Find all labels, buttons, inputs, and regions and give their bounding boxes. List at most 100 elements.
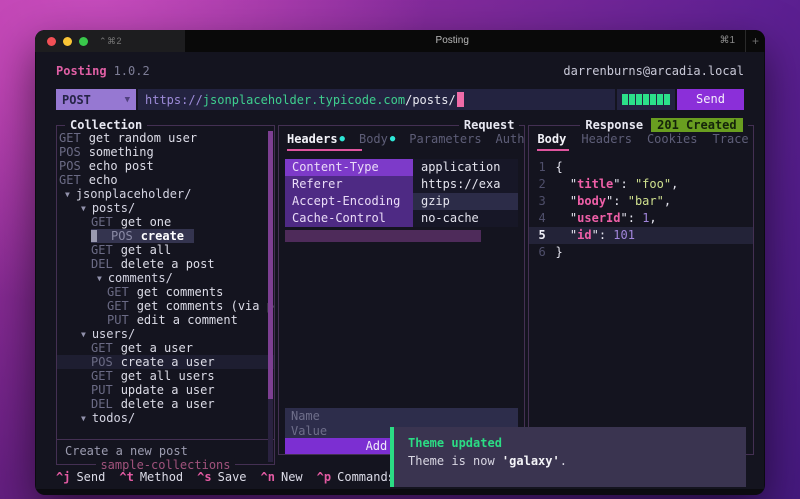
send-button[interactable]: Send — [677, 89, 744, 110]
tree-request[interactable]: GETget comments (via p — [57, 299, 274, 313]
activity-block — [643, 94, 649, 105]
keybinding-key: ^t — [119, 470, 133, 484]
tree-request[interactable]: PUTedit a comment — [57, 313, 274, 327]
tree-request[interactable]: GETget a user — [57, 341, 274, 355]
tab-headers[interactable]: Headers● — [287, 132, 345, 146]
folder-caret-icon: ▼ — [97, 274, 102, 283]
header-name-cell: Content-Type — [285, 159, 413, 176]
headers-table-scrollbar[interactable] — [285, 230, 481, 242]
tab-body[interactable]: Body — [537, 132, 566, 146]
folder-name: jsonplaceholder/ — [76, 187, 192, 201]
tree-request[interactable]: DELdelete a post — [57, 257, 274, 271]
method-dropdown[interactable]: POST ▼ — [56, 89, 136, 110]
tree-request[interactable]: POS something — [57, 145, 274, 159]
terminal-tab[interactable]: ⌃⌘2 — [35, 30, 185, 52]
line-number: 5 — [529, 227, 555, 244]
toast-title: Theme updated — [408, 436, 732, 450]
tree-request[interactable]: GETget one — [57, 215, 274, 229]
request-method: GET — [107, 299, 129, 313]
folder-name: comments/ — [108, 271, 173, 285]
request-panel-title: Request — [459, 118, 520, 132]
tree-request[interactable]: GETecho — [57, 173, 274, 187]
keybinding-key: ^j — [56, 470, 70, 484]
keybinding-method[interactable]: ^tMethod — [119, 470, 183, 485]
keybinding-send[interactable]: ^jSend — [56, 470, 105, 485]
request-name: something — [89, 145, 154, 159]
new-tab-button[interactable]: + — [745, 30, 765, 52]
header-name-input[interactable] — [285, 408, 518, 423]
tree-request[interactable]: GETget comments — [57, 285, 274, 299]
folder-name: posts/ — [92, 201, 135, 215]
request-name: echo — [89, 173, 118, 187]
status-badge: 201 Created — [651, 118, 742, 132]
request-name: edit a comment — [137, 313, 238, 327]
tab-parameters[interactable]: Parameters — [409, 132, 481, 146]
tree-request[interactable]: POScreate — [57, 229, 274, 243]
tree-folder[interactable]: ▼ posts/ — [57, 201, 274, 215]
request-method: POS — [91, 355, 113, 369]
collection-scrollbar-track[interactable] — [268, 399, 273, 462]
request-method: GET — [91, 369, 113, 383]
header-row[interactable]: Refererhttps://exa — [285, 176, 518, 193]
tab-auth[interactable]: Auth — [496, 132, 525, 146]
close-window-button[interactable] — [47, 37, 56, 46]
tab-cookies[interactable]: Cookies — [647, 132, 698, 146]
response-panel: Response201 Created BodyHeadersCookiesTr… — [528, 125, 753, 455]
request-method: POS — [111, 229, 133, 243]
header-row[interactable]: Accept-Encodinggzip — [285, 193, 518, 210]
line-content: { — [555, 159, 562, 176]
line-content: "userId": 1, — [555, 210, 656, 227]
keybinding-new[interactable]: ^nNew — [261, 470, 303, 485]
selection-cursor — [91, 230, 97, 242]
folder-caret-icon: ▼ — [81, 204, 86, 213]
line-number: 4 — [529, 210, 555, 227]
tree-request[interactable]: GETget all users — [57, 369, 274, 383]
header-row[interactable]: Content-Typeapplication — [285, 159, 518, 176]
code-line: 4 "userId": 1, — [529, 210, 752, 227]
tab-headers[interactable]: Headers — [581, 132, 632, 146]
minimize-window-button[interactable] — [63, 37, 72, 46]
tree-request[interactable]: POScreate a user — [57, 355, 274, 369]
url-input[interactable]: https://jsonplaceholder.typicode.com/pos… — [138, 89, 615, 110]
header-name-cell: Referer — [285, 176, 413, 193]
code-line: 5 "id": 101 — [529, 227, 752, 244]
header-value-cell: no-cache — [413, 210, 518, 227]
tab-trace[interactable]: Trace — [713, 132, 749, 146]
tree-request[interactable]: PUTupdate a user — [57, 383, 274, 397]
tree-folder[interactable]: ▼ comments/ — [57, 271, 274, 285]
collection-tree[interactable]: GETget random userPOSsomethingPOSecho po… — [57, 126, 274, 439]
keybinding-save[interactable]: ^sSave — [197, 470, 246, 485]
url-scheme: https:// — [145, 93, 203, 107]
tree-request[interactable]: GETget all — [57, 243, 274, 257]
modified-dot-icon: ● — [340, 134, 345, 144]
tree-request[interactable]: POSecho post — [57, 159, 274, 173]
response-title-text: Response — [585, 118, 643, 132]
tree-folder[interactable]: ▼todos/ — [57, 411, 274, 425]
request-method: GET — [91, 215, 113, 229]
header-row[interactable]: Cache-Controlno-cache — [285, 210, 518, 227]
tree-folder[interactable]: ▼jsonplaceholder/ — [57, 187, 274, 201]
folder-name: users/ — [92, 327, 135, 341]
header-value-cell: gzip — [413, 193, 518, 210]
user-host-label: darrenburns@arcadia.local — [563, 64, 744, 78]
header-value-cell: https://exa — [413, 176, 518, 193]
request-method: GET — [107, 285, 129, 299]
collection-scrollbar-thumb[interactable] — [268, 131, 273, 399]
text-cursor — [457, 92, 464, 107]
zoom-window-button[interactable] — [79, 37, 88, 46]
request-method: GET — [91, 341, 113, 355]
response-body-editor[interactable]: 1{2 "title": "foo",3 "body": "bar",4 "us… — [529, 159, 752, 261]
tree-request[interactable]: DELdelete a user — [57, 397, 274, 411]
line-content: "id": 101 — [555, 227, 635, 244]
tab-body[interactable]: Body● — [359, 132, 395, 146]
request-headers-table[interactable]: Content-TypeapplicationRefererhttps://ex… — [285, 159, 518, 227]
tree-folder[interactable]: ▼users/ — [57, 327, 274, 341]
keybinding-commands[interactable]: ^pCommands — [317, 470, 395, 485]
tree-request[interactable]: GETget random user — [57, 131, 274, 145]
request-method: POS — [59, 159, 81, 173]
request-method: DEL — [91, 397, 113, 411]
keybinding-key: ^n — [261, 470, 275, 484]
terminal-window: ⌃⌘2 Posting ⌘1 + Posting 1.0.2 darrenbur… — [35, 30, 765, 495]
request-method: POS — [59, 145, 81, 159]
request-name: get random user — [89, 131, 197, 145]
